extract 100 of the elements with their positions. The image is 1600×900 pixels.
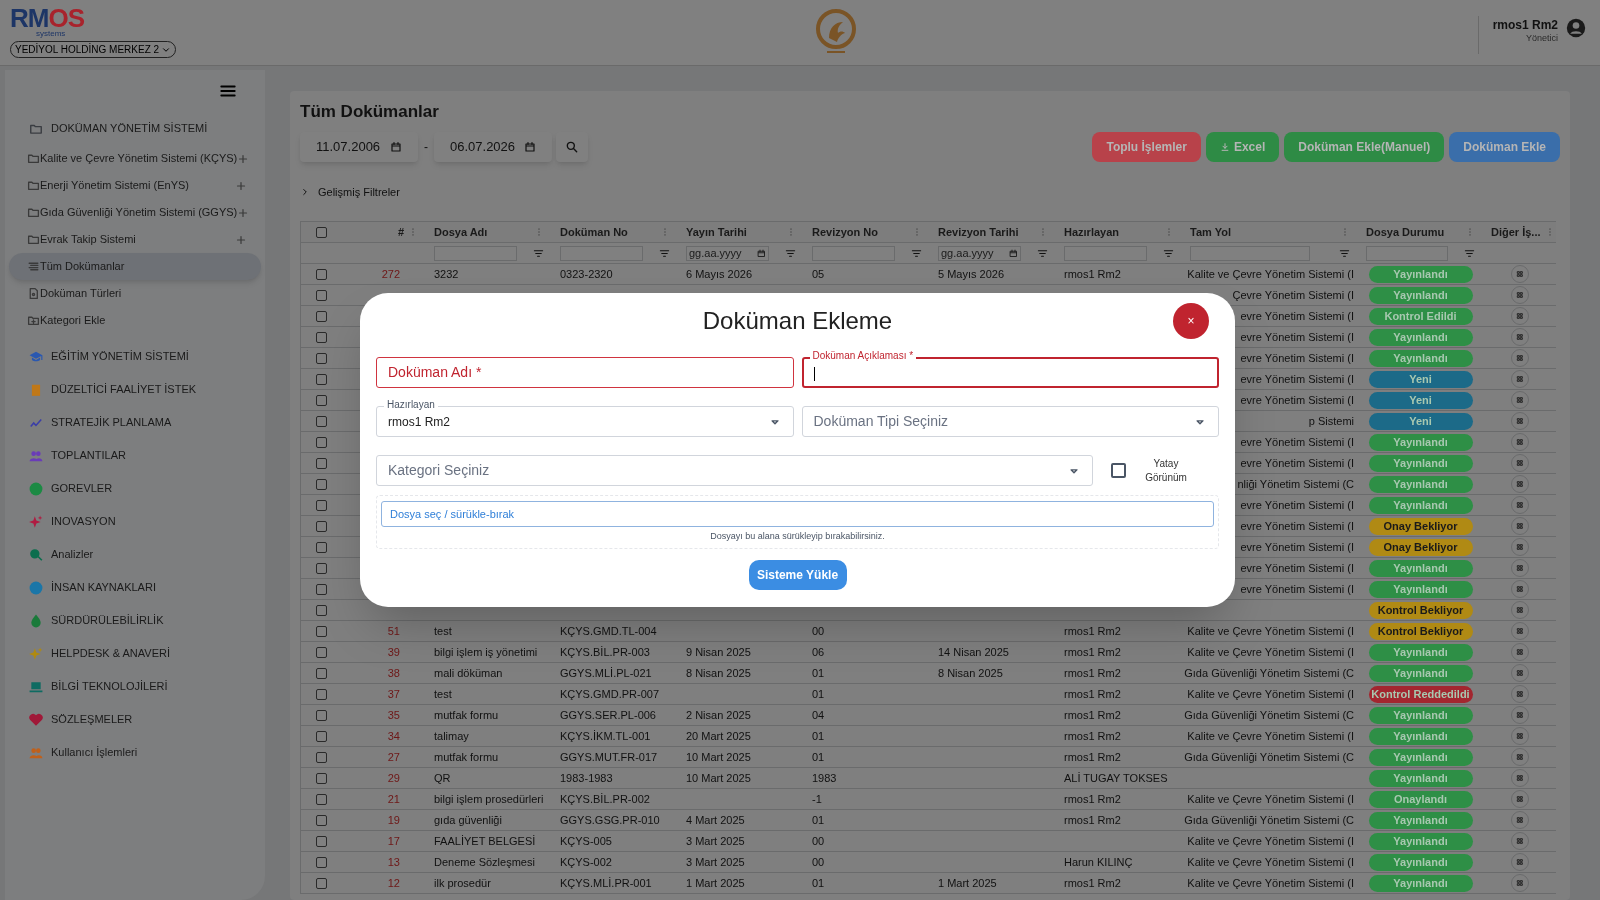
avatar-icon[interactable] xyxy=(1566,18,1586,38)
column-header[interactable]: Tam Yol xyxy=(1190,223,1231,241)
filter-icon[interactable] xyxy=(1163,247,1174,259)
filter-icon[interactable] xyxy=(1037,247,1048,259)
sidebar-item[interactable]: Analizler xyxy=(9,538,261,571)
sidebar-item[interactable]: STRATEJİK PLANLAMA xyxy=(9,406,261,439)
grid-icon xyxy=(1516,501,1524,509)
checkbox[interactable] xyxy=(315,625,327,637)
column-header[interactable]: Dosya Adı xyxy=(434,223,488,241)
checkbox[interactable] xyxy=(315,562,327,574)
checkbox[interactable] xyxy=(315,415,327,427)
checkbox[interactable] xyxy=(315,688,327,700)
select-field[interactable]: Doküman Tipi Seçiniz xyxy=(801,406,1219,437)
checkbox[interactable] xyxy=(315,541,327,553)
sidebar-item[interactable]: SÜRDÜRÜLEBİLİRLİK xyxy=(9,604,261,637)
checkbox[interactable] xyxy=(315,877,327,889)
table-cell-text: 37 xyxy=(387,686,400,702)
sidebar-item[interactable]: EĞİTİM YÖNETİM SİSTEMİ xyxy=(9,340,261,373)
search-icon xyxy=(565,140,579,154)
table-cell-text: Kalite ve Çevre Yönetim Sistemi (I xyxy=(1187,833,1354,849)
checkbox[interactable] xyxy=(1111,463,1126,478)
input-field[interactable]: Doküman Adı * xyxy=(376,357,794,388)
sidebar-item[interactable]: İNSAN KAYNAKLARI xyxy=(9,571,261,604)
sidebar-item[interactable]: Evrak Takip Sistemi xyxy=(9,226,261,253)
filter-icon[interactable] xyxy=(1464,247,1475,259)
sidebar-item[interactable]: Kullanıcı İşlemleri xyxy=(9,736,261,769)
checkbox[interactable] xyxy=(315,289,327,301)
filter-icon[interactable] xyxy=(1339,247,1350,259)
checkbox[interactable] xyxy=(315,646,327,658)
sidebar-item[interactable]: Enerji Yönetim Sistemi (EnYS) xyxy=(9,172,261,199)
column-header[interactable]: Revizyon No xyxy=(812,223,878,241)
checkbox[interactable] xyxy=(315,583,327,595)
date-filter-field[interactable]: gg.aa.yyyy xyxy=(686,245,769,261)
sidebar-item[interactable]: Gıda Güvenliği Yönetim Sistemi (GGYS) xyxy=(9,199,261,226)
file-select-button[interactable]: Dosya seç / sürükle-bırak xyxy=(381,501,1214,527)
checkbox[interactable] xyxy=(315,478,327,490)
field-label: Hazırlayan xyxy=(384,399,438,411)
sidebar-item[interactable]: SÖZLEŞMELER xyxy=(9,703,261,736)
filter-icon[interactable] xyxy=(911,247,922,259)
search-button[interactable] xyxy=(556,132,588,162)
column-header[interactable]: # xyxy=(397,223,404,241)
column-header[interactable]: Yayın Tarihi xyxy=(686,223,747,241)
checkbox[interactable] xyxy=(315,604,327,616)
column-header[interactable]: Hazırlayan xyxy=(1064,223,1120,241)
plus-icon[interactable] xyxy=(237,206,250,219)
checkbox[interactable] xyxy=(315,457,327,469)
toolbar-button[interactable]: Toplu İşlemler xyxy=(1092,132,1201,162)
table-cell-text: GGYS.GSG.PR-010 xyxy=(560,812,660,828)
checkbox[interactable] xyxy=(315,709,327,721)
sidebar-item[interactable]: Kategori Ekle xyxy=(9,307,261,334)
checkbox[interactable] xyxy=(315,373,327,385)
date-field[interactable]: 06.07.2026 xyxy=(434,132,552,162)
checkbox[interactable] xyxy=(315,226,327,238)
checkbox[interactable] xyxy=(315,499,327,511)
filter-icon[interactable] xyxy=(659,247,670,259)
user-role: Yönetici xyxy=(1525,32,1558,45)
checkbox[interactable] xyxy=(315,856,327,868)
plus-icon[interactable] xyxy=(237,152,250,165)
checkbox[interactable] xyxy=(315,835,327,847)
checkbox[interactable] xyxy=(315,310,327,322)
checkbox[interactable] xyxy=(315,814,327,826)
sidebar-item[interactable]: INOVASYON xyxy=(9,505,261,538)
sidebar-item[interactable]: Kalite ve Çevre Yönetim Sistemi (KÇYS) xyxy=(9,145,261,172)
filter-icon[interactable] xyxy=(785,247,796,259)
checkbox[interactable] xyxy=(315,331,327,343)
sidebar-item[interactable]: DÜZELTİCİ FAALİYET İSTEK xyxy=(9,373,261,406)
sidebar-item[interactable]: Tüm Dokümanlar xyxy=(9,253,261,280)
checkbox[interactable] xyxy=(315,772,327,784)
toolbar-button[interactable]: Doküman Ekle xyxy=(1449,132,1560,162)
checkbox[interactable] xyxy=(315,520,327,532)
checkbox[interactable] xyxy=(315,730,327,742)
checkbox[interactable] xyxy=(315,352,327,364)
sidebar-item[interactable]: TOPLANTILAR xyxy=(9,439,261,472)
column-header[interactable]: Revizyon Tarihi xyxy=(938,223,1019,241)
sidebar-item[interactable]: HELPDESK & ANAVERİ xyxy=(9,637,261,670)
column-header[interactable]: Doküman No xyxy=(560,223,628,241)
select-field[interactable]: Kategori Seçiniz xyxy=(376,455,1093,486)
sidebar-item[interactable]: Doküman Türleri xyxy=(9,280,261,307)
checkbox[interactable] xyxy=(315,436,327,448)
status-badge: Yeni xyxy=(1368,370,1473,388)
grid-icon xyxy=(1516,627,1524,635)
date-filter-field[interactable]: gg.aa.yyyy xyxy=(938,245,1021,261)
sidebar-item[interactable]: DOKÜMAN YÖNETİM SİSTEMİ xyxy=(9,112,261,145)
checkbox[interactable] xyxy=(315,667,327,679)
plus-icon[interactable] xyxy=(235,179,247,192)
column-header[interactable]: Diğer İş... xyxy=(1491,223,1541,241)
close-button[interactable]: × xyxy=(1173,303,1209,339)
plus-icon[interactable] xyxy=(235,233,247,246)
table-cell-text: 1 Mart 2025 xyxy=(938,875,997,891)
checkbox[interactable] xyxy=(315,793,327,805)
checkbox[interactable] xyxy=(315,394,327,406)
filter-icon[interactable] xyxy=(533,247,544,259)
sidebar-item[interactable]: BİLGİ TEKNOLOJİLERİ xyxy=(9,670,261,703)
checkbox[interactable] xyxy=(315,751,327,763)
submit-button[interactable]: Sisteme Yükle xyxy=(748,559,847,590)
date-field[interactable]: 11.07.2006 xyxy=(300,132,418,162)
sidebar-item[interactable]: GOREVLER xyxy=(9,472,261,505)
column-header[interactable]: Dosya Durumu xyxy=(1366,223,1445,241)
advanced-filters-toggle[interactable]: Gelişmiş Filtreler xyxy=(300,183,400,201)
checkbox[interactable] xyxy=(315,268,327,280)
